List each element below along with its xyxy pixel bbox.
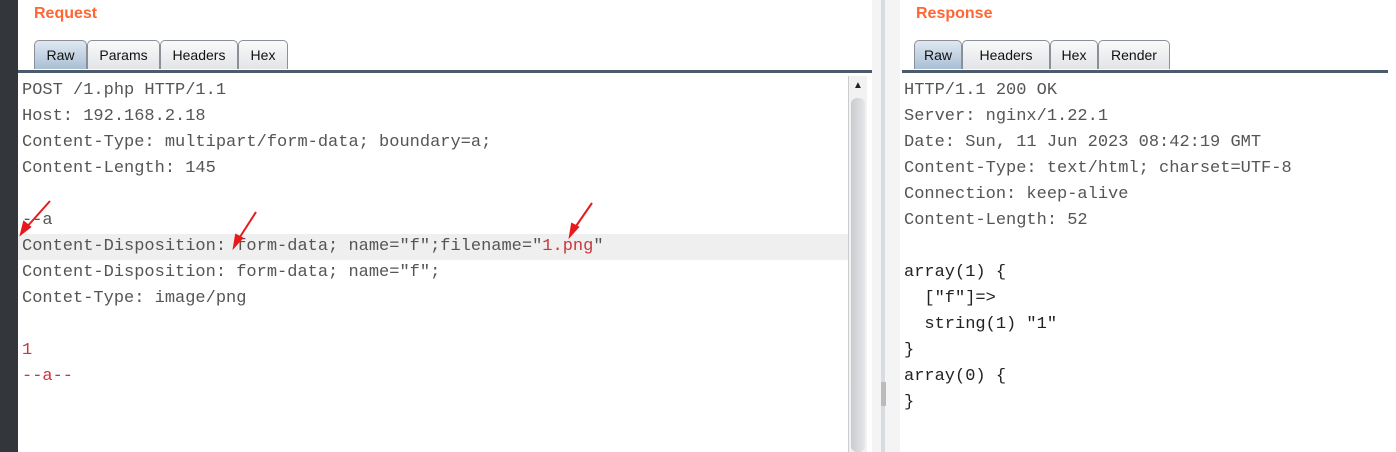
response-editor[interactable]: HTTP/1.1 200 OK Server: nginx/1.22.1 Dat… (900, 78, 1390, 416)
request-panel: Request Raw Params Headers Hex POST /1.p… (18, 0, 872, 452)
pane-splitter[interactable] (872, 0, 900, 452)
arrow-icon (568, 222, 580, 240)
response-line (900, 234, 1390, 260)
response-body-line: array(0) { (904, 367, 1007, 386)
response-body-line: } (904, 341, 915, 360)
response-line: HTTP/1.1 200 OK (904, 81, 1058, 100)
response-panel: Response Raw Headers Hex Render HTTP/1.1… (900, 0, 1396, 452)
response-line: Content-Type: text/html; charset=UTF-8 (904, 159, 1292, 178)
request-scrollbar[interactable]: ▲ (848, 76, 867, 452)
response-line: Date: Sun, 11 Jun 2023 08:42:19 GMT (904, 133, 1262, 152)
response-body-line: ["f"]=> (904, 289, 996, 308)
annotation-arrows (19, 200, 593, 251)
response-body-line: string(1) "1" (904, 315, 1058, 334)
response-line: Connection: keep-alive (904, 185, 1129, 204)
response-body-line: } (904, 393, 915, 412)
response-title: Response (916, 5, 993, 22)
tab-divider (902, 70, 1388, 73)
arrow-icon (573, 202, 593, 230)
response-line: Server: nginx/1.22.1 (904, 107, 1109, 126)
tab-headers[interactable]: Headers (962, 40, 1050, 69)
response-line: Content-Length: 52 (904, 211, 1088, 230)
tab-hex[interactable]: Hex (1050, 40, 1098, 69)
scroll-up-arrow-icon[interactable]: ▲ (853, 80, 863, 91)
scrollbar-thumb[interactable] (851, 98, 865, 452)
splitter-grip[interactable] (881, 382, 886, 406)
tab-raw[interactable]: Raw (914, 40, 962, 69)
left-edge-strip (0, 0, 18, 452)
tab-render[interactable]: Render (1098, 40, 1170, 69)
arrow-icon (232, 233, 244, 251)
response-body-line: array(1) { (904, 263, 1007, 282)
arrow-icon (237, 211, 257, 241)
response-tabs: Raw Headers Hex Render (914, 40, 1170, 71)
